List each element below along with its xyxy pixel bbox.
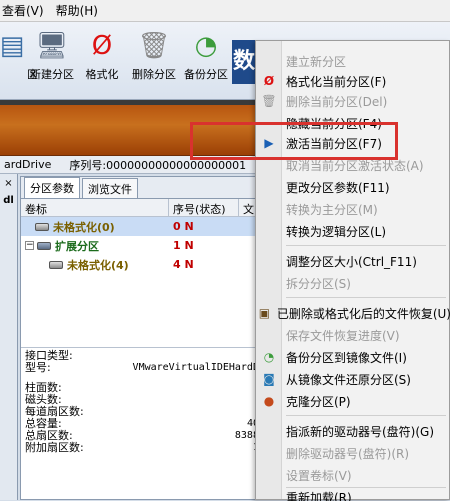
menu-item-restore-image[interactable]: ◙ 从镜像文件还原分区(S): [256, 369, 450, 389]
backup-partition-button[interactable]: ◔ 备份分区: [176, 26, 236, 90]
table-header: 卷标 序号(状态) 文: [21, 199, 269, 217]
backup-icon: ◔: [263, 350, 275, 364]
menu-item-clone[interactable]: ● 克隆分区(P): [256, 391, 450, 411]
disk-icon: [49, 260, 63, 269]
partition-name: 未格式化(0): [53, 220, 115, 234]
menu-item-to-primary[interactable]: 转换为主分区(M): [256, 199, 450, 219]
format-icon: Ø: [263, 74, 275, 88]
new-partition-icon: 🖥: [35, 31, 69, 61]
partition-name: 扩展分区: [55, 239, 99, 253]
tab-browse-files[interactable]: 浏览文件: [82, 178, 138, 198]
menu-item-reload[interactable]: 重新加载(R): [256, 489, 450, 501]
partition-flag: N: [184, 239, 194, 252]
stat-value: 83886: [234, 430, 265, 441]
trash-icon: 🗑: [137, 31, 171, 61]
backup-partition-icon: ◔: [194, 31, 218, 61]
model-value: VMwareVirtualIDEHardDr: [132, 362, 265, 373]
menu-item-split[interactable]: 拆分分区(S): [256, 273, 450, 293]
menu-bar: 查看(V) 帮助(H): [0, 0, 450, 22]
restore-icon: ◙: [263, 372, 275, 386]
menu-item-new-partition[interactable]: 建立新分区: [256, 51, 450, 71]
menu-separator: [286, 245, 446, 246]
disk-icon: [37, 241, 51, 250]
menu-separator: [286, 297, 446, 298]
menu-help[interactable]: 帮助(H): [56, 2, 98, 19]
menu-item-resize[interactable]: 调整分区大小(Ctrl_F11): [256, 251, 450, 271]
stat-value: 10: [105, 442, 265, 454]
menu-item-save-progress[interactable]: 保存文件恢复进度(V): [256, 325, 450, 345]
menu-item-file-recovery[interactable]: ▣ 已删除或格式化后的文件恢复(U): [256, 303, 450, 323]
partition-seq: 0: [173, 220, 181, 233]
header-seq[interactable]: 序号(状态): [169, 199, 239, 216]
tab-partition-params[interactable]: 分区参数: [24, 177, 80, 198]
menu-item-backup-image[interactable]: ◔ 备份分区到镜像文件(I): [256, 347, 450, 367]
menu-item-format[interactable]: Ø 格式化当前分区(F): [256, 71, 450, 91]
left-strip-label: dl: [3, 195, 14, 206]
format-button[interactable]: Ø 格式化: [72, 26, 132, 90]
menu-item-remove-letter[interactable]: 删除驱动器号(盘符)(R): [256, 443, 450, 463]
menu-item-delete[interactable]: 🗑 删除当前分区(Del): [256, 91, 450, 111]
partition-name: 未格式化(4): [67, 258, 129, 272]
format-icon: Ø: [91, 31, 113, 61]
model-label: 型号:: [25, 361, 51, 374]
partition-flag: N: [184, 220, 194, 233]
partition-panel: 分区参数 浏览文件 卷标 序号(状态) 文 未格式化(0) 0 N − 扩展分区 …: [20, 176, 270, 500]
menu-item-set-label[interactable]: 设置卷标(V): [256, 465, 450, 485]
delete-partition-button[interactable]: 🗑 删除分区: [124, 26, 184, 90]
partition-seq: 4: [173, 258, 181, 271]
menu-separator: [286, 415, 446, 416]
disk-details: 接口类型: 型号:VMwareVirtualIDEHardDr 柱面数:5 磁头…: [21, 347, 269, 456]
context-menu: 建立新分区 Ø 格式化当前分区(F) 🗑 删除当前分区(Del) 隐藏当前分区(F4…: [255, 40, 450, 501]
menu-item-assign-letter[interactable]: 指派新的驱动器号(盘符)(G): [256, 421, 450, 441]
disk-name: ardDrive: [4, 158, 52, 171]
collapse-icon[interactable]: −: [25, 241, 34, 250]
stat-value: [105, 394, 265, 406]
stat-value: 40.: [105, 418, 265, 430]
menu-item-to-logical[interactable]: 转换为逻辑分区(L): [256, 221, 450, 241]
disk-icon: [35, 222, 49, 231]
header-volume[interactable]: 卷标: [21, 199, 169, 216]
clone-icon: ●: [263, 394, 275, 408]
trash-icon: 🗑: [261, 94, 277, 108]
menu-separator: [286, 487, 446, 488]
menu-item-change-params[interactable]: 更改分区参数(F11): [256, 177, 450, 197]
left-strip: × dl: [0, 174, 18, 500]
partition-seq: 1: [173, 239, 181, 252]
data-recovery-icon[interactable]: 数: [232, 40, 256, 84]
stat-label: 附加扇区数:: [25, 441, 84, 454]
table-row[interactable]: 未格式化(4) 4 N: [21, 255, 269, 274]
stat-value: 5: [105, 382, 265, 394]
partition-flag: N: [184, 258, 194, 271]
table-row[interactable]: − 扩展分区 1 N: [21, 236, 269, 255]
close-icon[interactable]: ×: [0, 178, 17, 189]
menu-view[interactable]: 查看(V): [2, 2, 44, 19]
tab-bar: 分区参数 浏览文件: [21, 177, 269, 199]
highlight-box: [190, 122, 398, 160]
stat-value: [105, 406, 265, 418]
recover-icon: ▣: [258, 306, 271, 320]
table-row[interactable]: 未格式化(0) 0 N: [21, 217, 269, 236]
